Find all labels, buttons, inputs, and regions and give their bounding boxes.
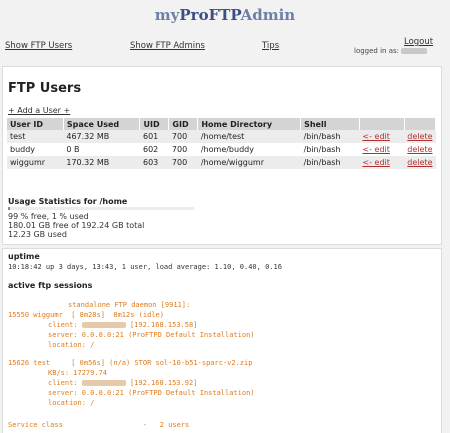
cell-shell: /bin/bash: [300, 130, 360, 143]
session-client: client: [192.168.153.92]: [48, 379, 198, 387]
logged-in-status: logged in as:: [354, 47, 428, 55]
usage-used: 12.23 GB used: [8, 230, 67, 239]
users-table: User ID Space Used UID GID Home Director…: [7, 118, 437, 169]
cell-user: test: [7, 130, 64, 143]
ftp-users-panel: FTP Users + Add a User + User ID Space U…: [2, 66, 442, 245]
uptime-line: 10:18:42 up 3 days, 13:43, 1 user, load …: [8, 263, 282, 271]
edit-link[interactable]: <- edit: [359, 156, 405, 169]
service-class-line: Service class - 2 users: [8, 421, 190, 429]
cell-space: 0 B: [66, 145, 80, 154]
delete-link[interactable]: delete: [404, 130, 436, 143]
col-delete: [404, 118, 437, 130]
cell-gid: 700: [168, 156, 198, 169]
daemon-line: standalone FTP daemon [9911]:: [68, 301, 191, 309]
table-row: buddy 0 B 602 700 /home/buddy /bin/bash …: [7, 143, 436, 156]
usage-stats-title: Usage Statistics for /home: [8, 197, 128, 206]
cell-space: 467.32 MB: [63, 130, 140, 143]
col-space-used: Space Used: [63, 118, 141, 130]
session-client: client: [192.168.153.58]: [48, 321, 198, 329]
sessions-title: active ftp sessions: [8, 281, 93, 290]
cell-user: buddy: [10, 145, 36, 154]
session-line: 15550 wiggumr [ 8m28s] 8m12s (idle): [8, 311, 164, 319]
usage-bar: [8, 207, 194, 210]
session-location: location: /: [48, 399, 95, 407]
status-panel: uptime 10:18:42 up 3 days, 13:43, 1 user…: [2, 248, 442, 433]
col-uid: UID: [139, 118, 170, 130]
cell-uid: 601: [139, 130, 169, 143]
table-row: test 467.32 MB 601 700 /home/test /bin/b…: [7, 130, 436, 143]
col-shell: Shell: [300, 118, 360, 130]
session-line: 15626 test [ 0m56s] (n/a) STOR sol-10-b5…: [8, 359, 253, 367]
nav-show-ftp-admins[interactable]: Show FTP Admins: [130, 41, 205, 51]
app-logo: myProFTPAdmin: [154, 6, 296, 24]
cell-home: /home/test: [197, 130, 301, 143]
cell-shell: /bin/bash: [303, 145, 341, 154]
cell-uid: 602: [142, 145, 159, 154]
cell-home: /home/wiggumr: [197, 156, 301, 169]
col-home-directory: Home Directory: [197, 118, 302, 130]
nav-tips[interactable]: Tips: [262, 41, 279, 51]
cell-gid: 700: [171, 145, 188, 154]
delete-link[interactable]: delete: [404, 143, 435, 156]
session-location: location: /: [48, 341, 95, 349]
col-edit: [359, 118, 405, 130]
cell-uid: 603: [139, 156, 169, 169]
redacted-hostname: [81, 380, 126, 386]
cell-home: /home/buddy: [200, 145, 254, 154]
col-gid: GID: [168, 118, 199, 130]
cell-shell: /bin/bash: [300, 156, 360, 169]
col-user-id: User ID: [7, 118, 64, 130]
session-server: server: 0.0.0.0:21 (ProFTPD Default Inst…: [48, 389, 255, 397]
edit-link[interactable]: <- edit: [359, 143, 404, 156]
table-row: wiggumr 170.32 MB 603 700 /home/wiggumr …: [7, 156, 436, 169]
usage-free: 180.01 GB free of 192.24 GB total: [8, 221, 145, 230]
session-server: server: 0.0.0.0:21 (ProFTPD Default Inst…: [48, 331, 255, 339]
session-rate: KB/s: 17279.74: [48, 369, 108, 377]
page-title: FTP Users: [8, 81, 82, 96]
edit-link[interactable]: <- edit: [359, 130, 405, 143]
logout-link[interactable]: Logout: [404, 37, 433, 47]
add-user-link[interactable]: + Add a User +: [8, 106, 70, 115]
nav-show-ftp-users[interactable]: Show FTP Users: [5, 41, 72, 51]
usage-percent: 99 % free, 1 % used: [8, 212, 89, 221]
delete-link[interactable]: delete: [404, 156, 436, 169]
cell-space: 170.32 MB: [63, 156, 140, 169]
cell-user: wiggumr: [7, 156, 64, 169]
redacted-username: [401, 48, 428, 54]
uptime-title: uptime: [8, 252, 40, 261]
usage-bar-fill: [8, 207, 10, 210]
cell-gid: 700: [168, 130, 198, 143]
redacted-hostname: [81, 322, 126, 328]
